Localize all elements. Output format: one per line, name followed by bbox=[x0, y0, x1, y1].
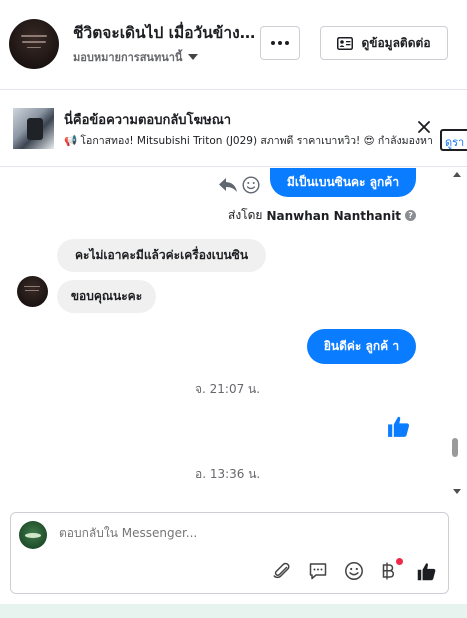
assign-label: มอบหมายการสนทนานี้ bbox=[73, 51, 183, 64]
sender-avatar[interactable] bbox=[17, 276, 48, 307]
view-contact-label: ดูข้อมูลติดต่อ bbox=[361, 35, 431, 50]
like-icon bbox=[417, 562, 435, 580]
sent-by-name: Nanwhan Nanthanit bbox=[266, 208, 402, 223]
contact-card-icon bbox=[337, 36, 354, 50]
info-icon[interactable]: ? bbox=[405, 210, 417, 221]
saved-replies-icon bbox=[309, 563, 327, 580]
message-bubble-incoming[interactable]: คะไม่เอาคะมีแล้วค่ะเครื่องเบนซิน bbox=[57, 239, 266, 272]
reply-icon[interactable] bbox=[218, 176, 238, 194]
dot-icon bbox=[271, 41, 275, 45]
scroll-up-arrow-icon[interactable] bbox=[453, 172, 461, 177]
dot-icon bbox=[285, 41, 289, 45]
saved-replies-button[interactable] bbox=[307, 560, 329, 582]
bottom-strip bbox=[0, 604, 467, 618]
reply-input[interactable] bbox=[59, 526, 429, 540]
baht-payment-icon bbox=[382, 562, 395, 580]
timestamp: อ. 13:36 น. bbox=[195, 467, 261, 481]
emoji-button[interactable] bbox=[343, 560, 365, 582]
send-like-button[interactable] bbox=[415, 560, 437, 582]
emoji-icon bbox=[345, 562, 363, 580]
message-bubble-incoming[interactable]: ขอบคุณนะคะ bbox=[57, 280, 156, 313]
emoji-reaction-icon[interactable] bbox=[242, 176, 260, 194]
contact-name[interactable]: ชีวิตจะเดินไป เมื่อวันข้างหน้า bbox=[73, 20, 258, 45]
ad-banner-title: นี่คือข้อความตอบกลับโฆษณา bbox=[64, 113, 232, 128]
message-bubble-outgoing[interactable]: มีเป็นเบนซินคะ ลูกค้า bbox=[270, 168, 416, 197]
sent-by-line: ส่งโดย Nanwhan Nanthanit ? bbox=[228, 206, 417, 225]
notification-dot bbox=[396, 558, 403, 565]
close-icon[interactable] bbox=[416, 119, 432, 135]
ad-banner-text: 📢 โอกาสทอง! Mitsubishi Triton (J029) สภา… bbox=[64, 135, 433, 147]
timestamp: จ. 21:07 น. bbox=[195, 382, 261, 396]
ad-thumbnail[interactable] bbox=[13, 108, 54, 149]
contact-avatar[interactable] bbox=[9, 19, 59, 69]
message-bubble-outgoing[interactable]: ยินดีค่ะ ลูกค้ า bbox=[307, 329, 416, 364]
ad-cta-button[interactable]: ดูรา bbox=[440, 129, 467, 151]
attach-icon bbox=[273, 562, 290, 579]
caret-down-icon bbox=[188, 54, 199, 60]
scroll-thumb[interactable] bbox=[452, 438, 458, 457]
more-options-button[interactable] bbox=[260, 26, 300, 60]
conversation-header: ชีวิตจะเดินไป เมื่อวันข้างหน้า มอบหมายกา… bbox=[0, 0, 467, 90]
attach-button[interactable] bbox=[271, 560, 293, 582]
assign-conversation-dropdown[interactable]: มอบหมายการสนทนานี้ bbox=[73, 48, 199, 66]
like-icon[interactable] bbox=[386, 414, 411, 439]
dot-icon bbox=[278, 41, 282, 45]
sent-by-label: ส่งโดย bbox=[228, 208, 263, 222]
view-contact-button[interactable]: ดูข้อมูลติดต่อ bbox=[320, 26, 448, 60]
page-avatar bbox=[19, 521, 47, 549]
scroll-down-arrow-icon[interactable] bbox=[453, 489, 461, 494]
